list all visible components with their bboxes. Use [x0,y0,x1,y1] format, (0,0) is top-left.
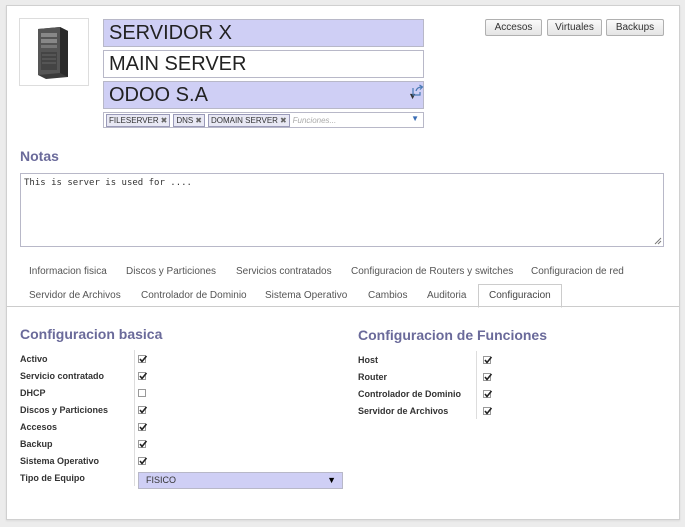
checkbox-host[interactable] [483,356,493,364]
check-icon [484,407,493,415]
notes-title: Notas [20,148,59,164]
label-discos-particiones: Discos y Particiones [20,405,109,415]
server-image[interactable] [19,18,89,86]
label-host: Host [358,355,378,365]
label-router: Router [358,372,387,382]
checkbox-dhcp[interactable] [138,389,146,397]
resize-grip-icon[interactable] [654,237,662,245]
company-value: ODOO S.A [109,84,208,106]
check-icon [139,406,148,414]
tab-cambios[interactable]: Cambios [358,285,417,307]
tipo-equipo-value: FISICO [146,475,177,485]
funciones-tag-field[interactable]: FILESERVER ✖ DNS ✖ DOMAIN SERVER ✖ Funcione… [103,112,424,128]
label-servidor-archivos: Servidor de Archivos [358,406,449,416]
checkbox-servidor-archivos[interactable] [483,407,493,415]
backups-button[interactable]: Backups [606,19,664,36]
check-icon [484,373,493,381]
label-backup: Backup [20,439,53,449]
tab-configuracion-red[interactable]: Configuracion de red [521,261,634,283]
form-sheet: SERVIDOR X MAIN SERVER ODOO S.A ▼ FILESE… [6,5,680,520]
tag-label: FILESERVER [109,115,159,125]
divider [476,351,477,419]
chevron-down-icon[interactable]: ▼ [411,114,419,123]
server-description-field[interactable]: MAIN SERVER [103,50,424,78]
tab-servidor-archivos[interactable]: Servidor de Archivos [19,285,131,307]
label-sistema-operativo: Sistema Operativo [20,456,100,466]
checkbox-accesos[interactable] [138,423,148,431]
check-icon [139,355,148,363]
label-activo: Activo [20,354,48,364]
tag-label: DNS [176,115,194,125]
label-accesos: Accesos [20,422,58,432]
tab-informacion-fisica[interactable]: Informacion fisica [19,261,117,283]
tag-chip: DNS ✖ [173,113,205,127]
tab-servicios-contratados[interactable]: Servicios contratados [226,261,342,283]
server-name-field[interactable]: SERVIDOR X [103,19,424,47]
notes-text: This is server is used for .... [24,178,192,188]
close-icon[interactable]: ✖ [280,115,287,126]
server-tower-icon [38,27,68,79]
notes-textarea[interactable]: This is server is used for .... [20,173,664,247]
company-select[interactable]: ODOO S.A ▼ [103,81,424,109]
label-servicio-contratado: Servicio contratado [20,371,105,381]
tab-discos-particiones[interactable]: Discos y Particiones [116,261,226,283]
checkbox-sistema-operativo[interactable] [138,457,148,465]
virtuales-button[interactable]: Virtuales [547,19,602,36]
check-icon [139,457,148,465]
tab-configuracion-routers[interactable]: Configuracion de Routers y switches [341,261,523,283]
check-icon [139,423,148,431]
checkbox-router[interactable] [483,373,493,381]
tab-auditoria[interactable]: Auditoria [417,285,476,307]
tab-configuracion[interactable]: Configuracion [478,284,562,308]
label-tipo-equipo: Tipo de Equipo [20,473,85,483]
tag-chip: DOMAIN SERVER ✖ [207,113,290,127]
tab-controlador-dominio[interactable]: Controlador de Dominio [131,285,257,307]
checkbox-activo[interactable] [138,355,148,363]
tags-placeholder[interactable]: Funciones... [293,116,337,125]
tipo-equipo-select[interactable]: FISICO ▼ [138,472,343,489]
chevron-down-icon: ▼ [327,475,336,485]
checkbox-servicio-contratado[interactable] [138,372,148,380]
check-icon [484,356,493,364]
close-icon[interactable]: ✖ [195,115,202,126]
divider [134,350,135,486]
checkbox-discos-particiones[interactable] [138,406,148,414]
check-icon [139,372,148,380]
label-dhcp: DHCP [20,388,46,398]
tag-label: DOMAIN SERVER [210,115,278,125]
tag-chip: FILESERVER ✖ [106,113,171,127]
label-controlador-dominio: Controlador de Dominio [358,389,461,399]
tab-sistema-operativo[interactable]: Sistema Operativo [255,285,357,307]
checkbox-controlador-dominio[interactable] [483,390,493,398]
check-icon [139,440,148,448]
external-link-icon[interactable] [411,84,424,97]
tabs-divider [7,306,679,307]
config-funciones-title: Configuracion de Funciones [358,327,548,343]
accesos-button[interactable]: Accesos [485,19,542,36]
close-icon[interactable]: ✖ [161,115,168,126]
config-basica-title: Configuracion basica [20,326,163,342]
check-icon [484,390,493,398]
checkbox-backup[interactable] [138,440,148,448]
